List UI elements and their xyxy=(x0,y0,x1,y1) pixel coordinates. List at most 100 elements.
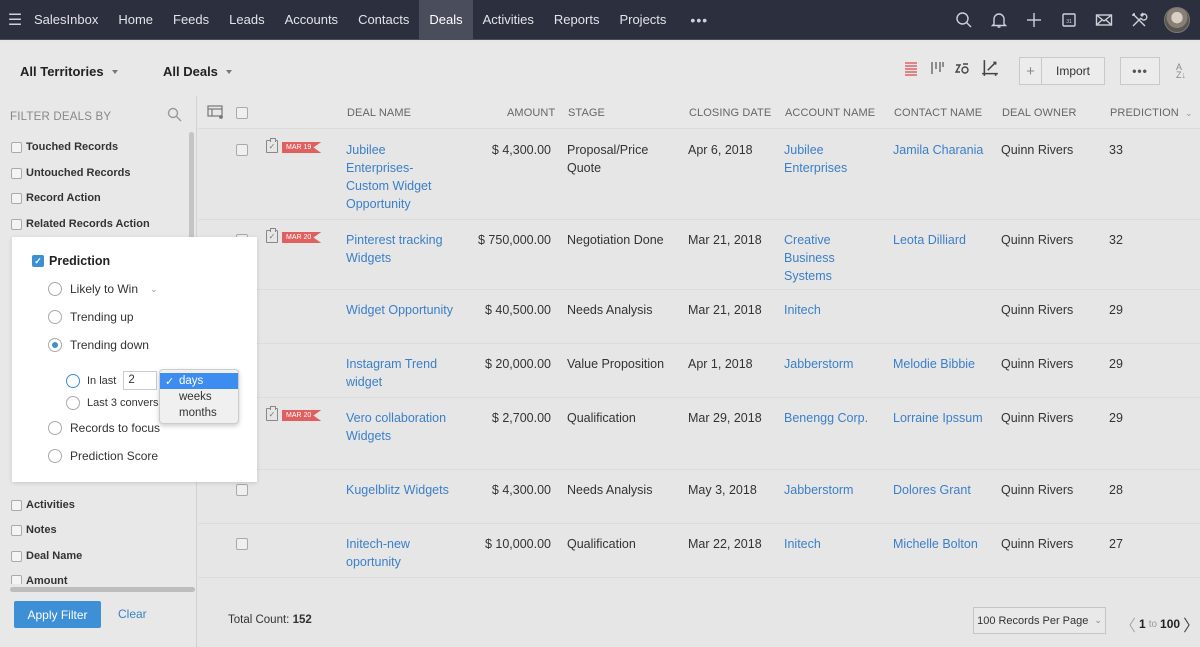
checkbox[interactable] xyxy=(11,167,22,179)
option-records-to-focus[interactable]: Records to focus xyxy=(48,421,160,435)
search-icon[interactable] xyxy=(954,10,974,30)
import-button[interactable]: + Import xyxy=(1019,57,1105,85)
dropdown-option-months[interactable]: months xyxy=(160,405,238,421)
in-last-number-input[interactable]: 2 xyxy=(123,371,158,390)
cell-account[interactable]: Jabberstorm xyxy=(784,481,884,499)
checkbox[interactable] xyxy=(11,218,22,230)
radio[interactable] xyxy=(66,396,80,410)
header-closing-date[interactable]: CLOSING DATE xyxy=(689,107,771,119)
canvas-view-icon[interactable] xyxy=(981,59,999,80)
cell-deal[interactable]: Vero collaboration Widgets xyxy=(346,409,456,445)
filter-notes[interactable]: Notes xyxy=(11,524,57,536)
cell-deal[interactable]: Pinterest tracking Widgets xyxy=(346,231,456,267)
dropdown-option-days[interactable]: ✓ days xyxy=(160,373,238,389)
nav-salesinbox[interactable]: SalesInbox xyxy=(30,0,108,40)
checkbox-checked[interactable]: ✓ xyxy=(32,255,44,267)
option-trending-down[interactable]: Trending down xyxy=(48,338,149,352)
cell-deal[interactable]: Instagram Trend widget xyxy=(346,355,456,391)
filter-activities[interactable]: Activities xyxy=(11,499,75,511)
sub-option-last-conversations[interactable]: Last 3 convers xyxy=(66,396,159,410)
records-per-page-dropdown[interactable]: 100 Records Per Page ⌄ xyxy=(973,607,1106,634)
nav-projects[interactable]: Projects xyxy=(609,0,676,40)
table-row[interactable]: Instagram Trend widget $ 20,000.00 Value P… xyxy=(198,344,1200,398)
territory-dropdown[interactable]: All Territories xyxy=(20,64,118,79)
column-settings-icon[interactable] xyxy=(207,105,223,122)
cell-contact[interactable]: Dolores Grant xyxy=(893,481,993,499)
sidebar-horizontal-scrollbar[interactable] xyxy=(10,587,195,592)
cell-account[interactable]: Jubilee Enterprises xyxy=(784,141,884,177)
bell-icon[interactable] xyxy=(989,10,1009,30)
table-row[interactable]: Widget Opportunity $ 40,500.00 Needs Analy… xyxy=(198,290,1200,344)
checkbox[interactable] xyxy=(11,550,22,562)
option-trending-up[interactable]: Trending up xyxy=(48,310,134,324)
table-row[interactable]: ✓ MAR 20 Pinterest tracking Widgets $ 750,0… xyxy=(198,220,1200,290)
next-page-icon[interactable]: 〉 xyxy=(1183,612,1199,636)
checkbox[interactable] xyxy=(11,575,22,584)
radio-selected[interactable] xyxy=(48,338,62,352)
cell-deal[interactable]: Widget Opportunity xyxy=(346,301,456,319)
prediction-checkbox-row[interactable]: ✓ Prediction xyxy=(32,254,110,268)
nav-accounts[interactable]: Accounts xyxy=(275,0,348,40)
hamburger-menu-icon[interactable]: ☰ xyxy=(0,0,30,40)
filter-record-action[interactable]: Record Action xyxy=(11,192,101,204)
radio[interactable] xyxy=(66,373,80,388)
time-unit-dropdown[interactable]: ✓ days weeks months xyxy=(159,369,239,424)
row-checkbox[interactable] xyxy=(236,484,248,496)
cell-contact[interactable]: Melodie Bibbie xyxy=(893,355,993,373)
kanban-view-icon[interactable] xyxy=(929,60,945,79)
checkbox[interactable] xyxy=(11,499,22,511)
mail-icon[interactable] xyxy=(1094,10,1114,30)
dropdown-option-weeks[interactable]: weeks xyxy=(160,389,238,405)
radio[interactable] xyxy=(48,282,62,296)
chevron-down-icon[interactable]: ⌄ xyxy=(150,284,158,295)
cell-contact[interactable]: Leota Dilliard xyxy=(893,231,993,249)
clear-filter-link[interactable]: Clear xyxy=(118,607,147,621)
filter-deal-name[interactable]: Deal Name xyxy=(11,550,82,562)
calendar-icon[interactable]: 31 xyxy=(1059,10,1079,30)
cell-account[interactable]: Benengg Corp. xyxy=(784,409,884,427)
header-stage[interactable]: STAGE xyxy=(568,107,605,119)
cell-account[interactable]: Initech xyxy=(784,535,884,553)
nav-feeds[interactable]: Feeds xyxy=(163,0,219,40)
sort-az-icon[interactable]: A Z↓ xyxy=(1176,63,1186,80)
filter-amount[interactable]: Amount xyxy=(11,575,68,584)
nav-leads[interactable]: Leads xyxy=(219,0,274,40)
apply-filter-button[interactable]: Apply Filter xyxy=(14,601,101,628)
cell-contact[interactable]: Michelle Bolton xyxy=(893,535,993,553)
cell-account[interactable]: Creative Business Systems xyxy=(784,231,884,285)
filter-touched-records[interactable]: Touched Records xyxy=(11,141,118,153)
task-icon[interactable]: ✓ xyxy=(266,138,278,153)
previous-page-icon[interactable]: 〈 xyxy=(1120,612,1136,636)
header-contact-name[interactable]: CONTACT NAME xyxy=(894,107,982,119)
radio[interactable] xyxy=(48,421,62,435)
plus-icon[interactable] xyxy=(1024,10,1044,30)
sub-option-in-last[interactable]: In last 2 xyxy=(66,371,158,390)
nav-reports[interactable]: Reports xyxy=(544,0,610,40)
cell-deal[interactable]: Kugelblitz Widgets xyxy=(346,481,456,499)
chart-view-icon[interactable] xyxy=(954,60,971,79)
cell-contact[interactable]: Lorraine Ipssum xyxy=(893,409,993,427)
cell-deal[interactable]: Initech-new oportunity xyxy=(346,535,456,571)
nav-activities[interactable]: Activities xyxy=(473,0,544,40)
nav-home[interactable]: Home xyxy=(108,0,163,40)
view-dropdown[interactable]: All Deals xyxy=(163,64,232,79)
header-prediction[interactable]: PREDICTION ⌄ xyxy=(1110,107,1193,119)
nav-deals[interactable]: Deals xyxy=(419,0,473,40)
checkbox[interactable] xyxy=(11,141,22,153)
cell-account[interactable]: Initech xyxy=(784,301,884,319)
cell-account[interactable]: Jabberstorm xyxy=(784,355,884,373)
radio[interactable] xyxy=(48,449,62,463)
avatar[interactable] xyxy=(1164,7,1190,33)
table-row[interactable]: ✓ MAR 19 Jubilee Enterprises-Custom Widget… xyxy=(198,130,1200,220)
table-row[interactable]: ✓ MAR 20 Vero collaboration Widgets $ 2,700… xyxy=(198,398,1200,470)
nav-contacts[interactable]: Contacts xyxy=(348,0,419,40)
tools-icon[interactable] xyxy=(1129,10,1149,30)
row-checkbox[interactable] xyxy=(236,144,248,156)
checkbox[interactable] xyxy=(11,524,22,536)
filter-related-records-action[interactable]: Related Records Action xyxy=(11,218,150,230)
more-actions-button[interactable]: ••• xyxy=(1120,57,1160,85)
task-icon[interactable]: ✓ xyxy=(266,406,278,421)
filter-untouched-records[interactable]: Untouched Records xyxy=(11,167,131,179)
table-row[interactable]: Initech-new oportunity $ 10,000.00 Qualifi… xyxy=(198,524,1200,578)
header-deal-owner[interactable]: DEAL OWNER xyxy=(1002,107,1077,119)
